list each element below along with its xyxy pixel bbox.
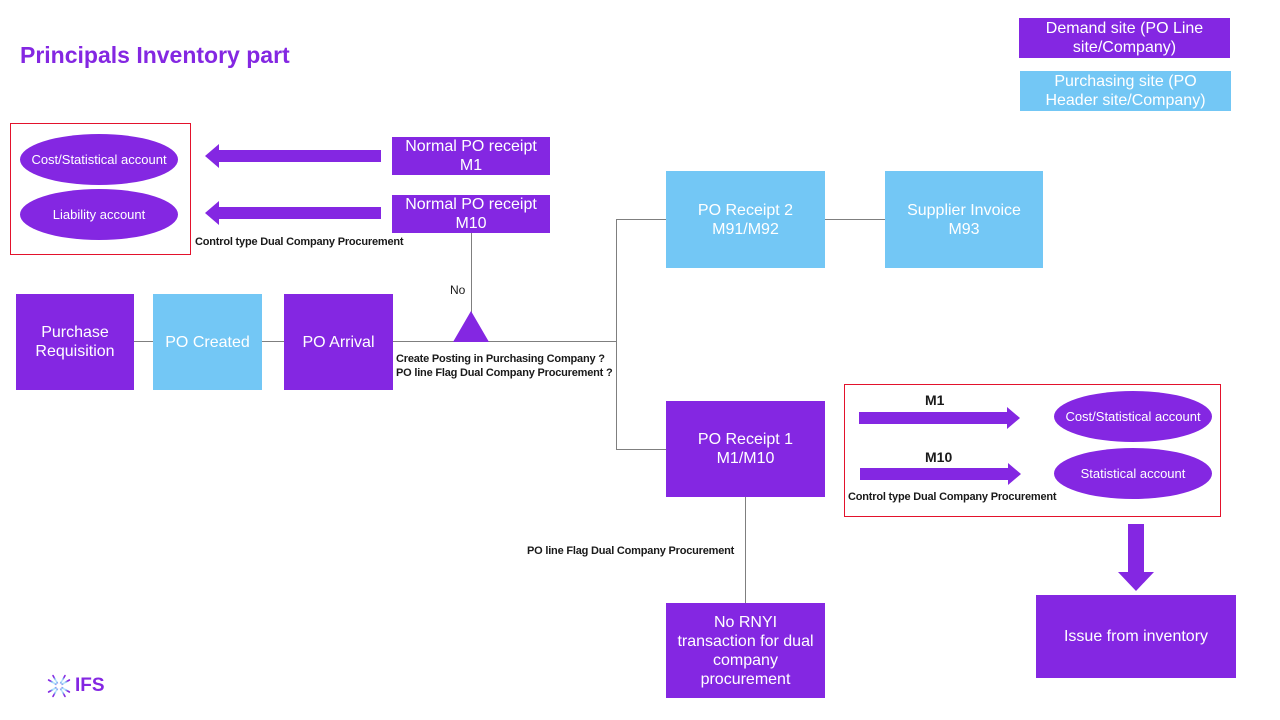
decision-triangle-icon xyxy=(453,311,489,342)
normal-po-receipt-m10: Normal PO receipt M10 xyxy=(392,195,550,233)
connector-line xyxy=(745,497,746,603)
po-arrival-box: PO Arrival xyxy=(284,294,393,390)
connector-line xyxy=(616,449,666,450)
arrow-label-m1: M1 xyxy=(925,392,945,408)
decision-no-label: No xyxy=(450,283,466,297)
purchase-requisition-box: Purchase Requisition xyxy=(16,294,134,390)
decision-question-1: Create Posting in Purchasing Company ? xyxy=(396,353,605,365)
issue-from-inventory-box: Issue from inventory xyxy=(1036,595,1236,678)
account-liability: Liability account xyxy=(20,189,178,240)
connector-line xyxy=(134,341,153,342)
arrow-right-icon xyxy=(859,407,1020,429)
connector-line xyxy=(262,341,284,342)
legend-demand-site: Demand site (PO Line site/Company) xyxy=(1019,18,1230,58)
flag-note: PO line Flag Dual Company Procurement xyxy=(527,545,735,557)
connector-line xyxy=(471,233,472,313)
arrow-down-icon xyxy=(1118,524,1154,591)
ifs-starburst-icon xyxy=(46,673,72,699)
ifs-logo: IFS xyxy=(46,673,105,699)
connector-line xyxy=(825,219,885,220)
legend-purchasing-site: Purchasing site (PO Header site/Company) xyxy=(1020,71,1231,111)
account-statistical-right: Statistical account xyxy=(1054,448,1212,499)
arrow-left-icon xyxy=(205,201,381,225)
left-control-note: Control type Dual Company Procurement xyxy=(195,236,404,248)
decision-question-2: PO line Flag Dual Company Procurement ? xyxy=(396,367,613,379)
account-cost-statistical: Cost/Statistical account xyxy=(20,134,178,185)
no-rnyi-box: No RNYI transaction for dual company pro… xyxy=(666,603,825,698)
ifs-logo-text: IFS xyxy=(75,675,105,696)
connector-line xyxy=(616,219,666,220)
right-control-note: Control type Dual Company Procurement xyxy=(848,491,1057,503)
connector-line xyxy=(393,341,616,342)
arrow-left-icon xyxy=(205,144,381,168)
po-created-box: PO Created xyxy=(153,294,262,390)
page-title: Principals Inventory part xyxy=(20,42,290,68)
po-receipt-2-box: PO Receipt 2 M91/M92 xyxy=(666,171,825,268)
supplier-invoice-box: Supplier Invoice M93 xyxy=(885,171,1043,268)
po-receipt-1-box: PO Receipt 1 M1/M10 xyxy=(666,401,825,497)
arrow-right-icon xyxy=(860,463,1021,485)
account-cost-statistical-right: Cost/Statistical account xyxy=(1054,391,1212,442)
connector-line xyxy=(616,219,617,450)
normal-po-receipt-m1: Normal PO receipt M1 xyxy=(392,137,550,175)
